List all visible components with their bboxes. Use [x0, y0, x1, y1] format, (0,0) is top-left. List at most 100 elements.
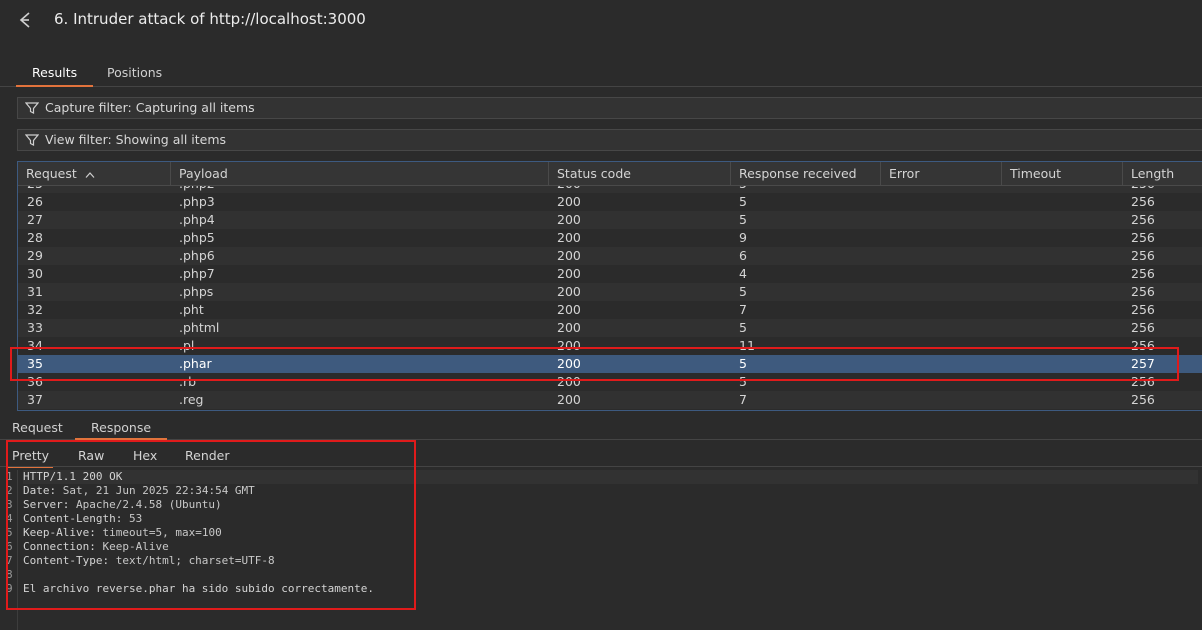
- table-row[interactable]: 32 .pht 200 7 256: [18, 301, 1202, 319]
- column-response-received[interactable]: Response received: [730, 162, 880, 185]
- header-name: Keep-Alive:: [23, 526, 96, 539]
- results-tabs: Results Positions: [0, 60, 1202, 87]
- cell-status-code: 200: [557, 356, 581, 371]
- line-number: 2: [6, 484, 13, 497]
- tab-results[interactable]: Results: [16, 60, 94, 87]
- filter-icon: [25, 102, 39, 114]
- cell-payload: .phps: [179, 284, 214, 299]
- cell-payload: .pl: [179, 338, 195, 353]
- cell-request: 26: [27, 194, 43, 209]
- tab-hex[interactable]: Hex: [133, 445, 157, 466]
- view-mode-tabs: Pretty Raw Hex Render: [8, 445, 412, 468]
- header-value: 53: [122, 512, 143, 525]
- cell-payload: .php3: [179, 194, 215, 209]
- cell-payload: .php5: [179, 230, 215, 245]
- cell-payload: .pht: [179, 302, 204, 317]
- response-editor[interactable]: 123456789 HTTP/1.1 200 OK Date: Sat, 21 J…: [0, 470, 1202, 630]
- cell-response-received: 5: [739, 356, 747, 371]
- cell-status-code: 200: [557, 248, 581, 263]
- cell-request: 29: [27, 248, 43, 263]
- code-line: Keep-Alive: timeout=5, max=100: [23, 526, 222, 540]
- cell-payload: .phtml: [179, 320, 220, 335]
- table-row[interactable]: 36 .rb 200 5 256: [18, 373, 1202, 391]
- table-row[interactable]: 30 .php7 200 4 256: [18, 265, 1202, 283]
- column-request[interactable]: Request: [18, 162, 170, 185]
- cell-payload: .phar: [179, 356, 212, 371]
- header-name: Content-Type:: [23, 554, 110, 567]
- table-header: Request Payload Status code Response rec…: [18, 162, 1202, 186]
- column-timeout[interactable]: Timeout: [1001, 162, 1122, 185]
- cell-status-code: 200: [557, 284, 581, 299]
- line-number: 1: [6, 470, 13, 483]
- cell-request: 37: [27, 392, 43, 407]
- table-row[interactable]: 31 .phps 200 5 256: [18, 283, 1202, 301]
- cell-response-received: 5: [739, 194, 747, 209]
- cell-status-code: 200: [557, 230, 581, 245]
- header-name: Content-Length:: [23, 512, 123, 525]
- line-number: 5: [6, 526, 13, 539]
- tab-response[interactable]: Response: [75, 417, 168, 440]
- table-row[interactable]: 29 .php6 200 6 256: [18, 247, 1202, 265]
- table-row[interactable]: 25 .php2 200 5 256: [18, 186, 1202, 193]
- view-filter-bar[interactable]: View filter: Showing all items: [17, 129, 1202, 151]
- table-row-selected[interactable]: 35 .phar 200 5 257: [18, 355, 1202, 373]
- column-payload[interactable]: Payload: [170, 162, 548, 185]
- column-status-code[interactable]: Status code: [548, 162, 730, 185]
- cell-request: 33: [27, 320, 43, 335]
- tab-positions[interactable]: Positions: [91, 60, 178, 85]
- cell-payload: .php2: [170, 186, 215, 193]
- cell-status-code: 200: [557, 266, 581, 281]
- table-row[interactable]: 28 .php5 200 9 256: [18, 229, 1202, 247]
- cell-response-received: 7: [739, 302, 747, 317]
- table-row[interactable]: 34 .pl 200 11 256: [18, 337, 1202, 355]
- view-filter-label: View filter: Showing all items: [45, 132, 227, 147]
- column-length[interactable]: Length: [1122, 162, 1202, 185]
- tab-request[interactable]: Request: [0, 417, 79, 438]
- code-line: HTTP/1.1 200 OK: [23, 470, 1198, 484]
- cell-status-code: 200: [557, 320, 581, 335]
- capture-filter-label: Capture filter: Capturing all items: [45, 100, 255, 115]
- cell-response-received: 5: [730, 186, 747, 193]
- cell-length: 256: [1131, 212, 1155, 227]
- tab-raw[interactable]: Raw: [78, 445, 104, 466]
- cell-request: 27: [27, 212, 43, 227]
- code-line: Date: Sat, 21 Jun 2025 22:34:54 GMT: [23, 484, 255, 498]
- cell-status-code: 200: [557, 194, 581, 209]
- column-error[interactable]: Error: [880, 162, 1001, 185]
- cell-request: 25: [18, 186, 43, 193]
- table-row[interactable]: 26 .php3 200 5 256: [18, 193, 1202, 211]
- cell-length: 256: [1131, 230, 1155, 245]
- column-request-label: Request: [26, 166, 77, 181]
- cell-status-code: 200: [557, 302, 581, 317]
- sort-ascending-icon: [85, 171, 95, 178]
- line-number: 8: [6, 568, 13, 581]
- line-number: 4: [6, 512, 13, 525]
- cell-response-received: 6: [739, 248, 747, 263]
- cell-request: 32: [27, 302, 43, 317]
- code-line: Connection: Keep-Alive: [23, 540, 169, 554]
- message-tabs: Request Response: [0, 417, 1202, 440]
- table-row[interactable]: 37 .reg 200 7 256: [18, 391, 1202, 409]
- header-name: Connection:: [23, 540, 96, 553]
- cell-response-received: 11: [739, 338, 755, 353]
- tab-pretty[interactable]: Pretty: [8, 445, 54, 468]
- back-arrow-icon[interactable]: [16, 10, 36, 30]
- header-name: El archivo reverse.phar ha sido subido c…: [23, 582, 374, 595]
- table-row[interactable]: 27 .php4 200 5 256: [18, 211, 1202, 229]
- table-row[interactable]: 33 .phtml 200 5 256: [18, 319, 1202, 337]
- cell-status-code: 200: [557, 374, 581, 389]
- cell-length: 256: [1122, 186, 1155, 193]
- cell-request: 30: [27, 266, 43, 281]
- cell-length: 256: [1131, 194, 1155, 209]
- header-name: Date:: [23, 484, 57, 497]
- window-title: 6. Intruder attack of http://localhost:3…: [54, 10, 366, 28]
- title-bar: 6. Intruder attack of http://localhost:3…: [0, 0, 1202, 40]
- capture-filter-bar[interactable]: Capture filter: Capturing all items: [17, 97, 1202, 119]
- header-value: Sat, 21 Jun 2025 22:34:54 GMT: [56, 484, 255, 497]
- tab-render[interactable]: Render: [185, 445, 230, 466]
- line-number: 7: [6, 554, 13, 567]
- cell-response-received: 9: [739, 230, 747, 245]
- cell-request: 34: [27, 338, 43, 353]
- cell-request: 36: [27, 374, 43, 389]
- header-name: HTTP/1.1 200 OK: [23, 470, 123, 483]
